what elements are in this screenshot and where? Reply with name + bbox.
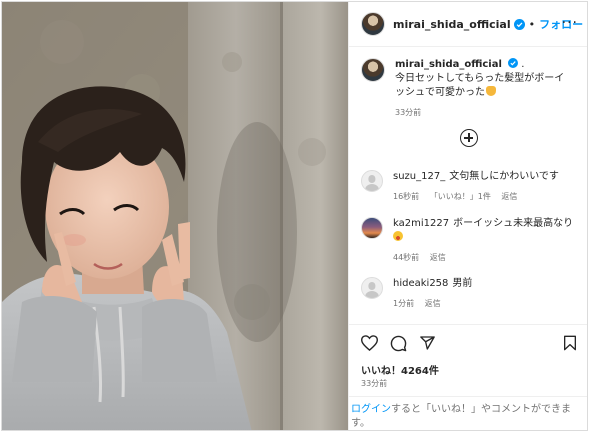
header-separator: • <box>528 17 536 31</box>
comment-avatar-icon[interactable] <box>361 277 383 299</box>
verified-badge-icon <box>508 58 519 68</box>
comment-text: 男前 <box>452 278 473 289</box>
comment-item: hideaki258 男前 1分前 返信 <box>361 277 586 311</box>
comment-meta: 1分前 返信 <box>393 297 472 311</box>
instagram-post-embed: mirai_shida_official • フォロー ··· mirai_sh… <box>1 1 588 431</box>
login-link[interactable]: ログイン <box>351 404 391 415</box>
comment-item: suzu_127_ 文句無しにかわいいです 16秒前 「いいね！」1件 返信 <box>361 170 586 204</box>
caption-body: mirai_shida_official . 今日セットしてもらった髪型がボーイ… <box>395 58 564 120</box>
comment-time: 1分前 <box>393 299 415 308</box>
caption-text-line2-wrap: ッシュで可愛かった <box>395 86 564 100</box>
comment-text: ボーイッシュ未来最高なり <box>453 218 574 229</box>
comment-meta: 44秒前 返信 <box>393 251 573 265</box>
reply-button[interactable]: 返信 <box>430 253 446 262</box>
comment-avatar-icon[interactable] <box>361 170 383 192</box>
reply-button[interactable]: 返信 <box>501 192 517 201</box>
comment-username[interactable]: hideaki258 <box>393 278 448 289</box>
portrait-image <box>2 2 348 430</box>
login-prompt-text-line1: すると「いいね！」やコメントができま <box>391 404 571 415</box>
login-prompt: ログインすると「いいね！」やコメントができま す。 <box>349 396 587 430</box>
caption-suffix: . <box>521 59 525 70</box>
comment-item: ka2mi1227 ボーイッシュ未来最高なり 44秒前 返信 <box>361 217 586 265</box>
post-time: 33分前 <box>361 379 388 388</box>
comment-username[interactable]: ka2mi1227 <box>393 218 449 229</box>
post-side-panel: mirai_shida_official • フォロー ··· mirai_sh… <box>348 2 587 430</box>
reply-button[interactable]: 返信 <box>425 299 441 308</box>
post-header: mirai_shida_official • フォロー ··· <box>349 2 587 47</box>
paper-plane-icon[interactable] <box>419 335 436 351</box>
post-caption: mirai_shida_official . 今日セットしてもらった髪型がボーイ… <box>361 58 586 120</box>
caption-avatar-icon[interactable] <box>361 58 385 82</box>
profile-avatar-icon[interactable] <box>361 12 385 36</box>
comment-time: 16秒前 <box>393 192 420 201</box>
heart-icon[interactable] <box>361 335 378 351</box>
more-options-icon[interactable]: ··· <box>562 15 578 31</box>
comment-avatar-icon[interactable] <box>361 217 383 239</box>
comment-text: 文句無しにかわいいです <box>449 171 559 182</box>
header-username[interactable]: mirai_shida_official <box>393 18 511 31</box>
caption-time: 33分前 <box>395 108 422 117</box>
comment-time: 44秒前 <box>393 253 420 262</box>
comment-body: hideaki258 男前 1分前 返信 <box>393 277 472 311</box>
comment-meta: 16秒前 「いいね！」1件 返信 <box>393 190 559 204</box>
smiling-face-emoji-icon <box>393 231 403 241</box>
login-prompt-text-line2: す。 <box>351 418 370 429</box>
caption-username[interactable]: mirai_shida_official <box>395 59 502 70</box>
comment-username[interactable]: suzu_127_ <box>393 171 445 182</box>
comment-body: suzu_127_ 文句無しにかわいいです 16秒前 「いいね！」1件 返信 <box>393 170 559 204</box>
post-photo[interactable] <box>2 2 348 430</box>
caption-text-line1: 今日セットしてもらった髪型がボーイ <box>395 73 565 84</box>
comment-likes[interactable]: 「いいね！」1件 <box>430 192 491 201</box>
verified-badge-icon <box>513 18 525 30</box>
comment-bubble-icon[interactable] <box>390 335 407 352</box>
caption-text-line2: ッシュで可愛かった <box>395 87 485 98</box>
load-more-comments-icon[interactable] <box>460 129 478 147</box>
bookmark-icon[interactable] <box>563 335 577 351</box>
action-bar <box>349 324 587 360</box>
like-count[interactable]: いいね！4264件 <box>361 362 439 377</box>
comment-body: ka2mi1227 ボーイッシュ未来最高なり 44秒前 返信 <box>393 217 573 265</box>
waving-hand-emoji-icon <box>486 86 496 96</box>
